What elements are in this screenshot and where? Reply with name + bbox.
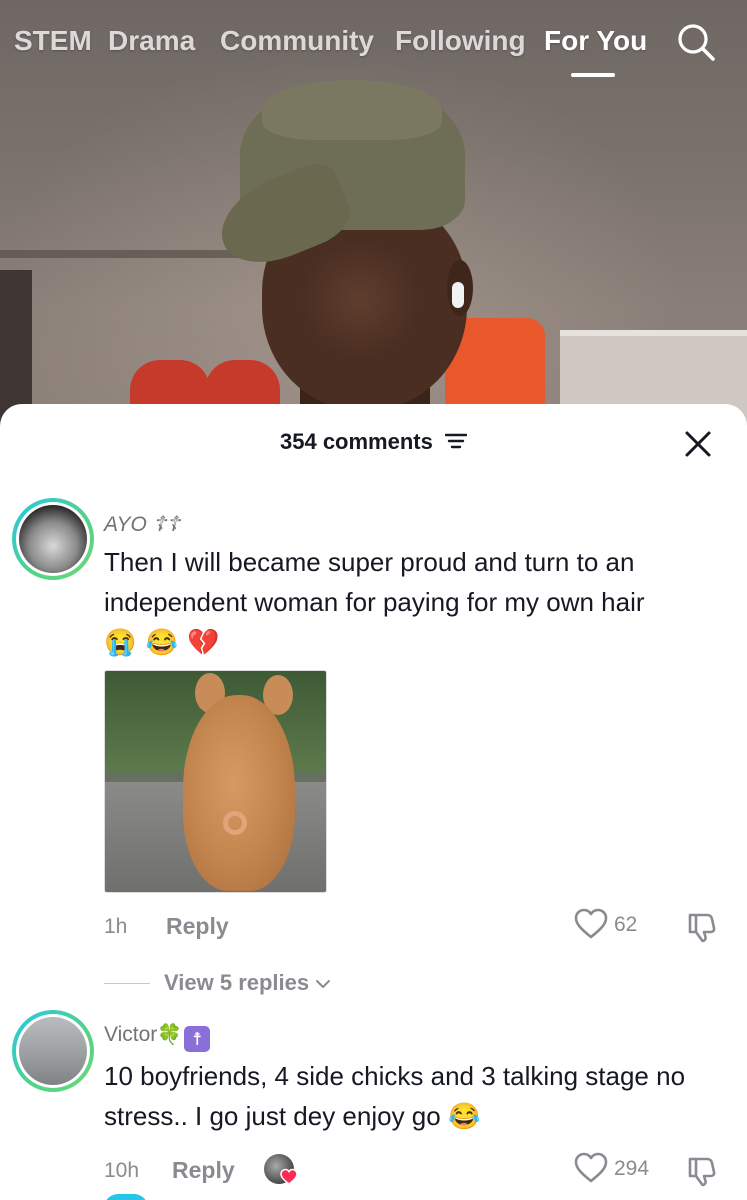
video-red-shoe (205, 360, 280, 410)
avatar[interactable] (12, 498, 94, 580)
clover-emoji: 🍀 (157, 1024, 183, 1046)
comment-age: 10h (104, 1159, 140, 1182)
comment-text: Then I will became super proud and turn … (104, 542, 734, 662)
sort-icon[interactable] (444, 432, 467, 450)
reply-button[interactable]: Reply (166, 912, 229, 940)
attachment-pig (183, 695, 295, 891)
comments-header: 354 comments (0, 404, 747, 480)
chevron-down-icon (316, 980, 331, 989)
comment-age: 1h (104, 915, 128, 938)
tab-community[interactable]: Community (220, 24, 374, 58)
avatar[interactable] (12, 1010, 94, 1092)
like-button[interactable]: 294 (574, 1152, 674, 1186)
replies-divider (104, 983, 150, 984)
comment-image-attachment[interactable] (104, 670, 327, 893)
avatar-frame (16, 1014, 90, 1088)
video-cabinet-top (560, 330, 747, 336)
attachment-pig-tail (223, 811, 247, 835)
tab-stem[interactable]: STEM (14, 24, 92, 58)
like-button[interactable]: 62 (574, 908, 674, 942)
tab-drama[interactable]: Drama (108, 24, 195, 58)
comment-body: Then I will became super proud and turn … (104, 547, 645, 617)
top-nav: STEM Drama Community Following For You (0, 0, 747, 80)
comment-count-title[interactable]: 354 comments (0, 428, 747, 456)
heart-icon (574, 1152, 608, 1183)
crying-emoji: 😭 (104, 627, 137, 657)
view-replies-label: View 5 replies (164, 970, 331, 996)
like-count: 62 (614, 913, 638, 936)
next-comment-avatar[interactable] (104, 1194, 148, 1200)
dislike-icon[interactable] (686, 1155, 718, 1187)
active-tab-indicator (571, 73, 615, 77)
avatar-frame (16, 502, 90, 576)
heart-icon (574, 908, 608, 939)
video-earbud (452, 282, 464, 308)
orthodox-cross-icon: ☨ (184, 1026, 211, 1052)
search-icon[interactable] (676, 22, 716, 62)
laughing-emoji: 😂 (447, 1101, 481, 1131)
broken-heart-emoji: 💔 (187, 627, 220, 657)
video-cap-top (262, 80, 442, 140)
tab-for-you[interactable]: For You (544, 24, 647, 58)
like-count: 294 (614, 1157, 650, 1180)
avatar-image (19, 1017, 87, 1085)
comment-count-label: 354 comments (280, 429, 433, 454)
laughing-emoji: 😂 (145, 627, 178, 657)
avatar-image (19, 505, 87, 573)
video-red-shoe (130, 360, 210, 410)
dislike-icon[interactable] (686, 911, 718, 943)
reply-button[interactable]: Reply (172, 1156, 235, 1184)
video-face-highlight (300, 240, 420, 360)
heart-icon (280, 1168, 298, 1185)
close-icon[interactable] (684, 430, 712, 458)
comment-text: 10 boyfriends, 4 side chicks and 3 talki… (104, 1056, 734, 1136)
comment-username[interactable]: AYO ☦☦ (104, 512, 180, 538)
view-replies-button[interactable]: View 5 replies (104, 968, 364, 998)
comment-body: 10 boyfriends, 4 side chicks and 3 talki… (104, 1061, 686, 1131)
tab-following[interactable]: Following (395, 24, 526, 58)
comments-sheet: 354 comments AYO ☦☦ Then I will became s… (0, 404, 747, 1200)
comment-username[interactable]: Victor🍀 ☨ (104, 1022, 211, 1052)
